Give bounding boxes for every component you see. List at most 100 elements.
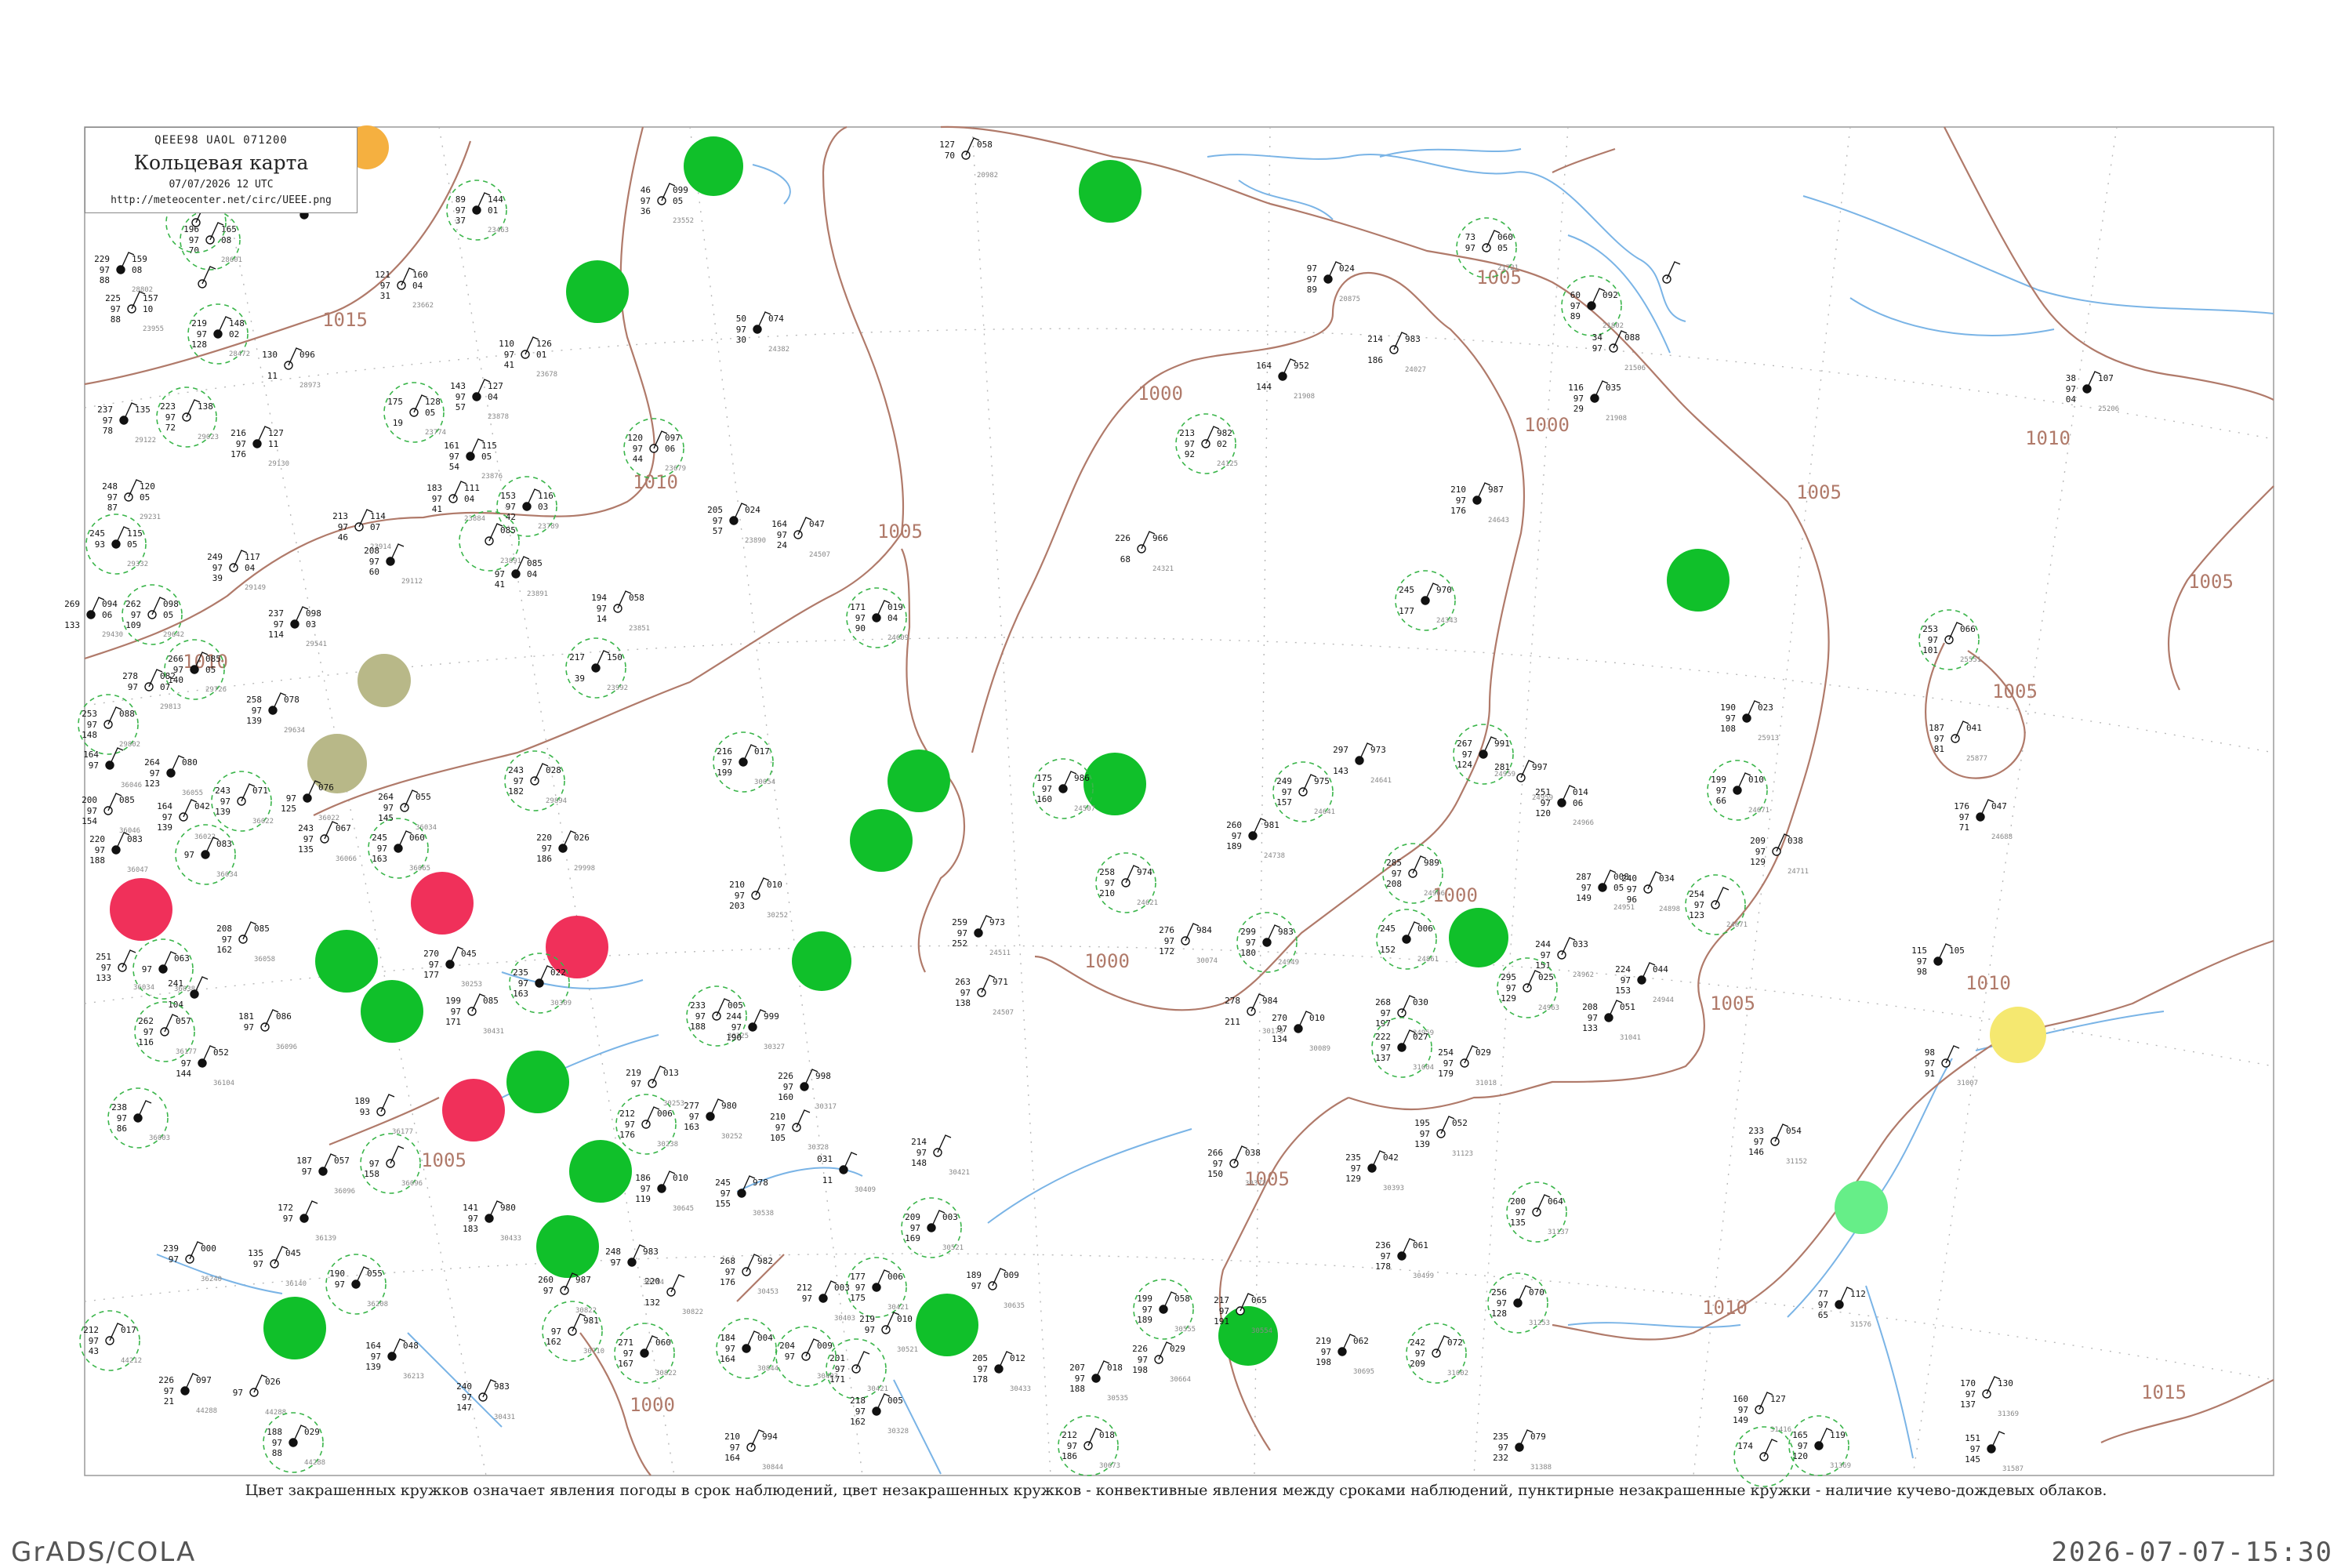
station-id: 36213 xyxy=(403,1373,424,1381)
isobar-label: 1005 xyxy=(1796,481,1842,503)
station-w: 188 xyxy=(1069,1384,1085,1394)
station-w: 160 xyxy=(778,1092,793,1102)
station-w: 39 xyxy=(575,673,585,684)
station-c: 97 xyxy=(1965,1389,1976,1399)
station-id: 21908 xyxy=(1606,415,1627,423)
station-t: 212 xyxy=(797,1283,812,1293)
station-p: 024 xyxy=(1339,263,1355,274)
station-c: 97 xyxy=(1142,1305,1152,1315)
station-w: 29 xyxy=(1573,404,1584,414)
station-p: 138 xyxy=(198,401,213,412)
station-p: 987 xyxy=(1488,485,1504,495)
station-id: 24861 xyxy=(1417,956,1439,964)
station-c: 97 xyxy=(695,1011,706,1022)
station-p: 010 xyxy=(897,1314,913,1324)
station-t: 170 xyxy=(1960,1378,1976,1388)
station-t: 116 xyxy=(1568,383,1584,393)
station-p: 982 xyxy=(1217,428,1232,438)
station-w: 175 xyxy=(850,1293,866,1303)
station-t: 217 xyxy=(1214,1295,1229,1305)
station-id: 30555 xyxy=(1174,1326,1196,1334)
station-w: 66 xyxy=(1716,796,1726,806)
station-id: 29231 xyxy=(140,514,161,521)
station-w: 211 xyxy=(1225,1017,1240,1027)
station-t: 213 xyxy=(332,511,348,521)
station-t: 89 xyxy=(456,194,466,205)
station-t: 209 xyxy=(905,1212,920,1222)
station-tend: 04 xyxy=(464,494,475,504)
weather-circle-thunder xyxy=(110,878,172,941)
station-tend: 01 xyxy=(488,205,498,216)
station-c: 97 xyxy=(303,834,314,844)
station-id: 31253 xyxy=(1529,1319,1550,1327)
station-t: 199 xyxy=(1711,775,1726,785)
station-t: 244 xyxy=(726,1011,742,1022)
station-p: 005 xyxy=(728,1000,743,1011)
station-id: 24671 xyxy=(1726,921,1748,929)
station-id: 36177 xyxy=(176,1048,197,1056)
station-w: 123 xyxy=(144,779,160,789)
station-c: 97 xyxy=(1621,975,1631,985)
station-w: 163 xyxy=(513,989,528,999)
station-c: 97 xyxy=(785,1352,795,1362)
station-p: 022 xyxy=(550,967,566,978)
station-tend: 04 xyxy=(887,613,898,623)
station-p: 994 xyxy=(762,1432,778,1442)
station-t: 235 xyxy=(1345,1152,1361,1163)
station-p: 115 xyxy=(127,528,143,539)
station-p: 115 xyxy=(481,441,497,451)
station-p: 157 xyxy=(143,293,158,303)
station-p: 983 xyxy=(643,1247,659,1257)
station-w: 105 xyxy=(770,1133,786,1143)
station-id: 24949 xyxy=(1278,959,1299,967)
station-t: 267 xyxy=(1457,739,1472,749)
station-t: 271 xyxy=(618,1338,633,1348)
station-w: 163 xyxy=(372,854,387,864)
station-id: 28973 xyxy=(299,382,321,390)
isobar-label: 1015 xyxy=(322,309,368,331)
station-t: 195 xyxy=(1414,1118,1430,1128)
station-c: 97 xyxy=(722,757,732,768)
station-id: 30714 xyxy=(643,1279,664,1287)
station-c: 97 xyxy=(165,412,176,423)
station-id: 29122 xyxy=(135,437,156,445)
station-t: 240 xyxy=(1621,873,1637,884)
station-c: 97 xyxy=(449,452,459,462)
station-t: 200 xyxy=(1510,1196,1526,1207)
weather-circle-fog xyxy=(307,734,367,793)
weather-circle-thunder xyxy=(442,1079,505,1142)
map-url[interactable]: http://meteocenter.net/circ/UEEE.png xyxy=(85,194,357,206)
station-p: 029 xyxy=(1475,1047,1491,1058)
station-id: 30421 xyxy=(887,1304,909,1312)
station-p: 006 xyxy=(887,1272,903,1282)
station-t: 205 xyxy=(972,1353,988,1363)
station-t: 181 xyxy=(238,1011,254,1022)
station-t: 201 xyxy=(829,1353,845,1363)
station-w: 149 xyxy=(1733,1415,1748,1425)
station-w: 65 xyxy=(1818,1310,1828,1320)
station-c: 97 xyxy=(111,304,121,314)
station-p: 010 xyxy=(767,880,782,890)
station-c: 97 xyxy=(101,963,111,973)
station-p: 085 xyxy=(119,795,135,805)
station-c: 97 xyxy=(143,1027,154,1037)
station-t: 278 xyxy=(1225,996,1240,1006)
station-id: 23463 xyxy=(488,227,509,234)
station-t: 190 xyxy=(1720,702,1736,713)
station-id: 30844 xyxy=(757,1365,779,1373)
station-p: 010 xyxy=(1748,775,1764,785)
station-p: 035 xyxy=(1606,383,1621,393)
station-t: 34 xyxy=(1592,332,1603,343)
station-p: 034 xyxy=(1659,873,1675,884)
station-w: 89 xyxy=(1307,285,1317,295)
station-id: 30635 xyxy=(1004,1302,1025,1310)
station-w: 41 xyxy=(495,579,505,590)
station-id: 36022 xyxy=(252,818,274,826)
station-c: 97 xyxy=(1818,1300,1828,1310)
station-t: 143 xyxy=(450,381,466,391)
station-id: 25877 xyxy=(1966,755,1987,763)
station-c: 97 xyxy=(1917,956,1927,967)
station-c: 97 xyxy=(725,1267,735,1277)
footer-software: GrADS/COLA xyxy=(11,1537,197,1568)
station-t: 295 xyxy=(1501,972,1516,982)
